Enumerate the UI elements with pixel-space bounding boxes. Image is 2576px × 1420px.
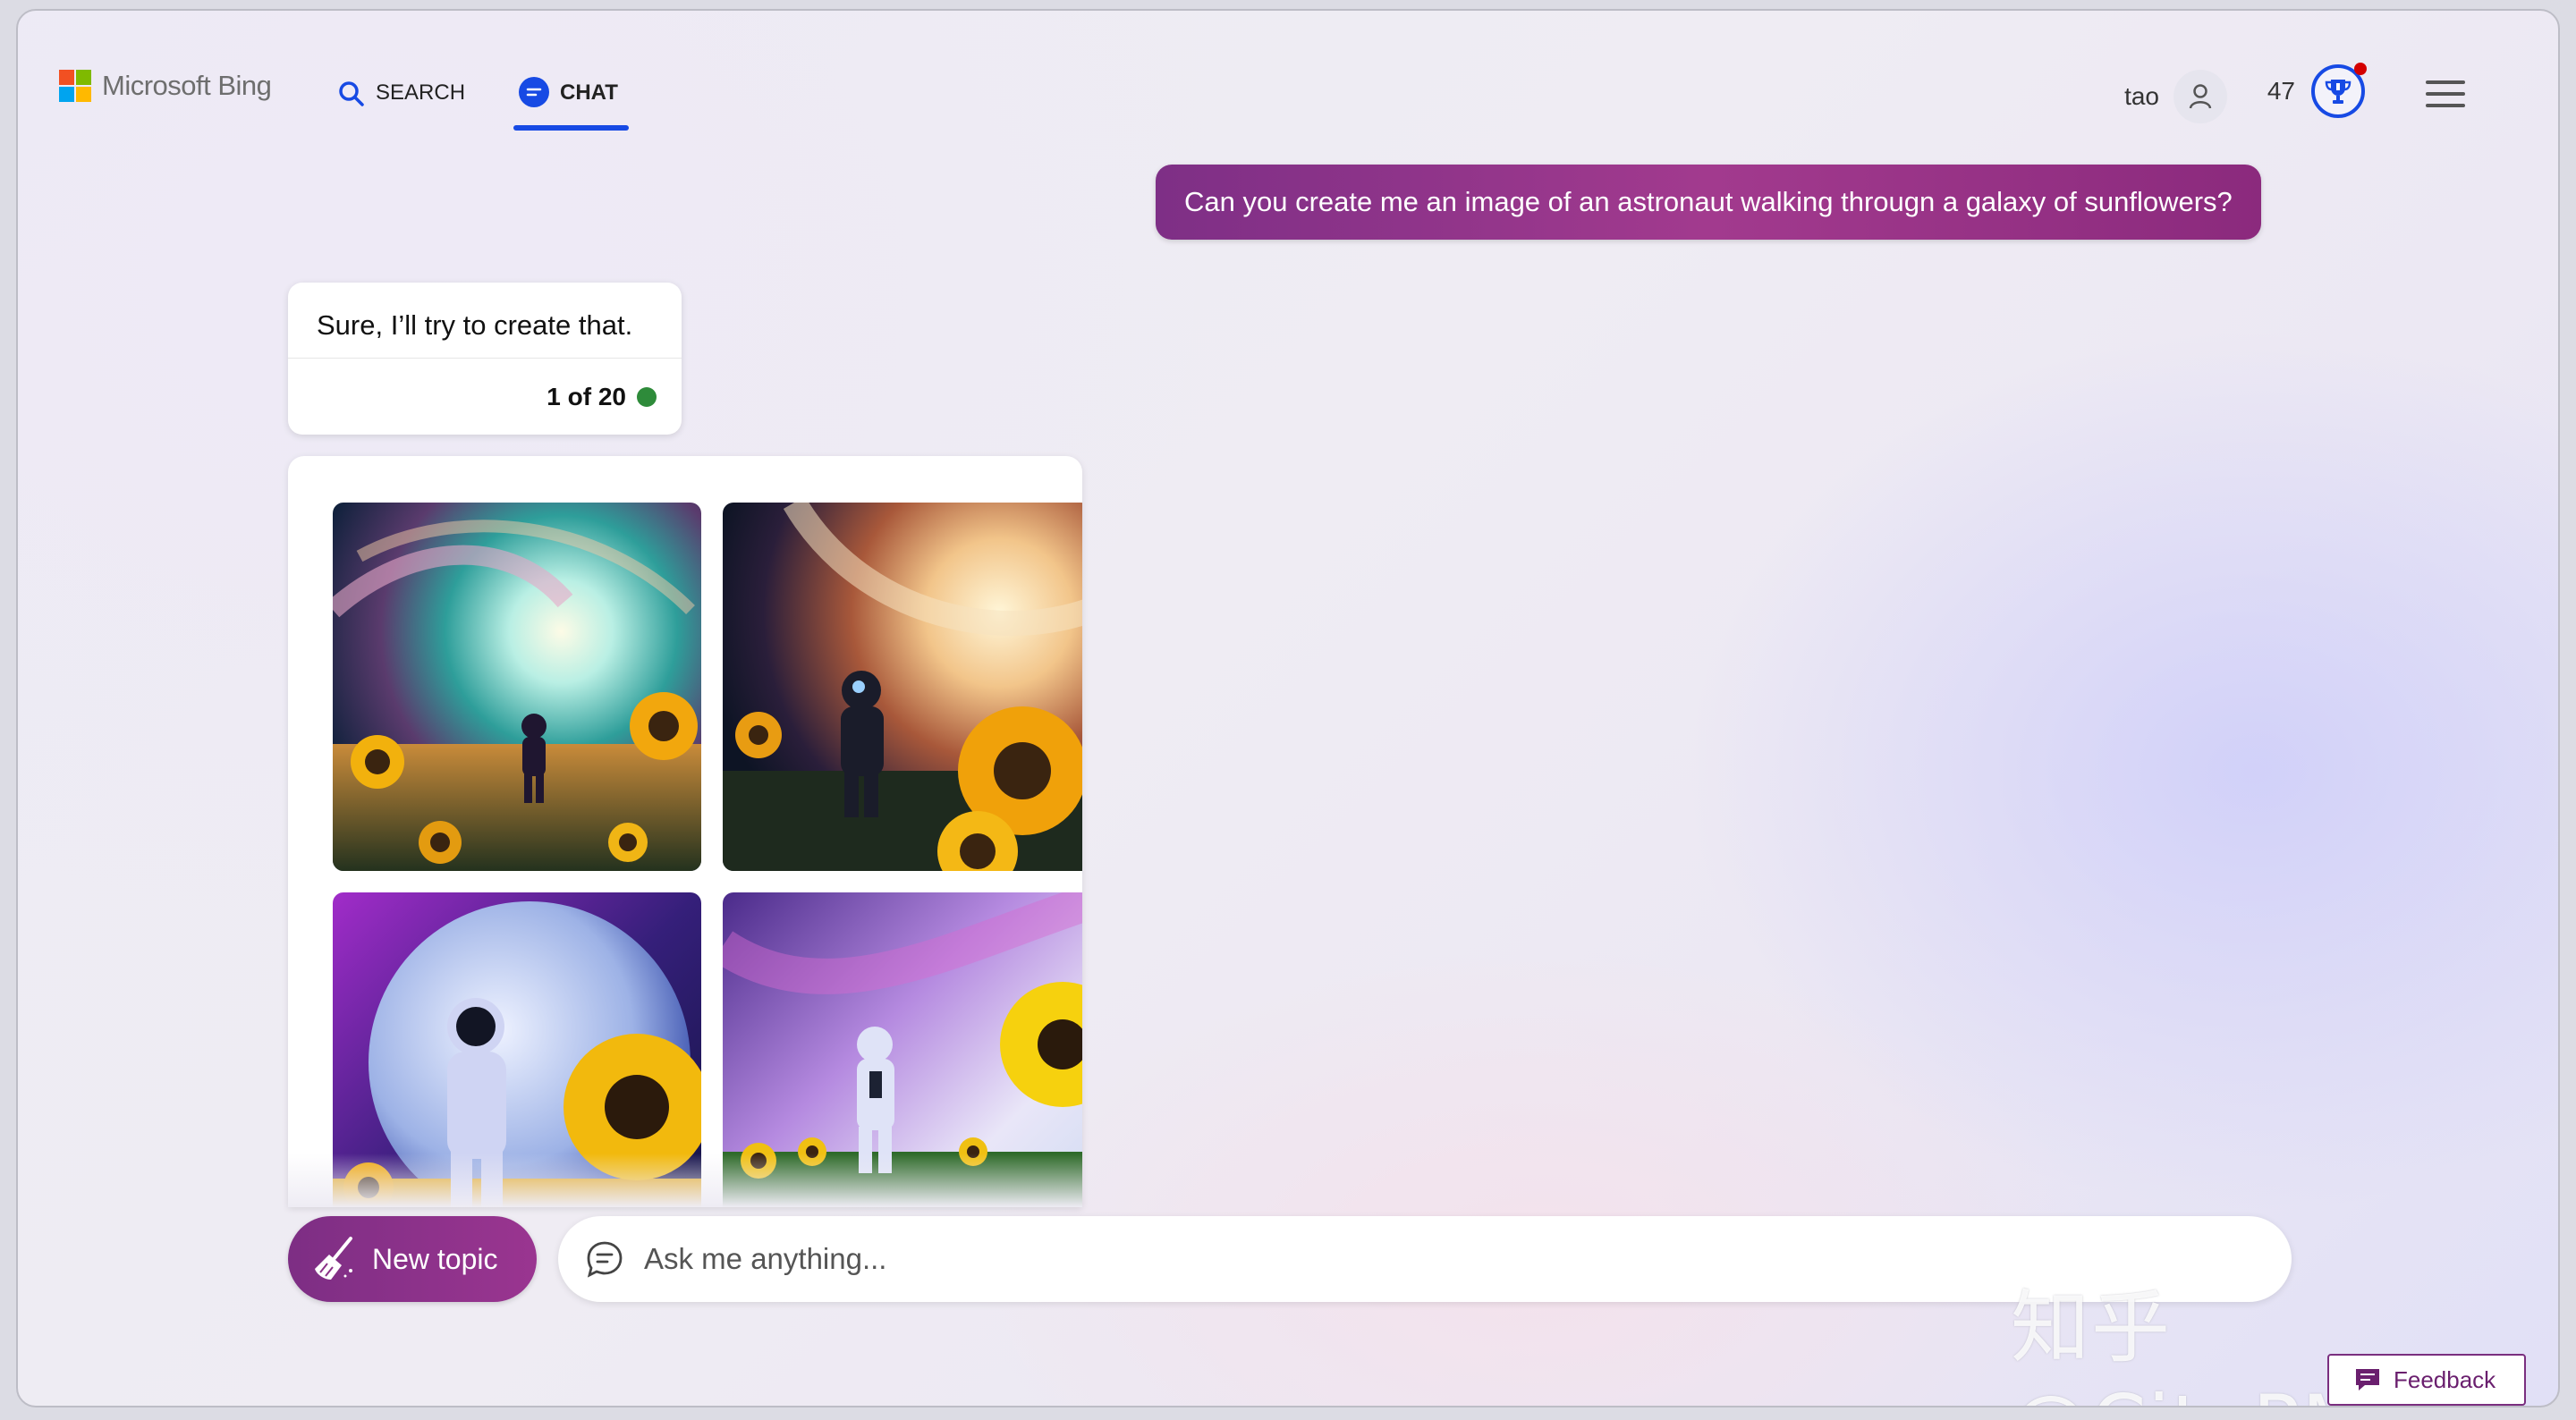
astronaut-sunflower-image-2 [723,503,1082,871]
search-icon [339,81,364,106]
bing-logo[interactable]: Microsoft Bing [59,70,272,102]
user-message: Can you create me an image of an astrona… [1156,165,2261,240]
user-name: tao [2124,82,2159,110]
bot-reply-card: Sure, I’ll try to create that. 1 of 20 [288,283,682,435]
brand-name: Microsoft Bing [102,70,272,101]
browser-window: Microsoft Bing SEARCH CHAT tao 47 Can yo… [16,9,2560,1407]
status-dot-icon [637,387,657,407]
chat-icon [519,77,549,107]
header: Microsoft Bing SEARCH CHAT tao 47 [18,11,2558,145]
chat-bubble-icon [587,1241,623,1278]
user-icon [2189,84,2212,109]
astronaut-sunflower-image-4 [723,892,1082,1207]
chat-input[interactable] [644,1242,1986,1276]
tab-search[interactable]: SEARCH [338,64,465,131]
feedback-icon [2356,1369,2379,1390]
feedback-button[interactable]: Feedback [2327,1354,2526,1406]
new-topic-label: New topic [372,1242,498,1275]
feedback-label: Feedback [2394,1365,2496,1393]
tab-chat-label: CHAT [560,80,618,105]
microsoft-logo-icon [59,70,91,102]
astronaut-sunflower-image-1 [333,503,701,871]
astronaut-sunflower-image-3 [333,892,701,1207]
avatar[interactable] [2174,70,2227,123]
generated-image[interactable] [333,892,701,1207]
bot-reply-text: Sure, I’ll try to create that. [317,309,633,341]
turn-counter-text: 1 of 20 [547,383,626,410]
broom-icon [315,1237,352,1280]
turn-counter: 1 of 20 [547,383,657,411]
generated-image[interactable] [723,503,1082,871]
trophy-icon[interactable] [2311,63,2367,118]
rewards[interactable]: 47 [2267,63,2367,118]
divider [288,358,682,359]
generated-images-card [288,456,1082,1207]
new-topic-button[interactable]: New topic [288,1216,537,1302]
generated-image[interactable] [333,503,701,871]
user-profile[interactable]: tao [2124,70,2227,123]
notification-dot [2354,63,2367,75]
tab-chat[interactable]: CHAT [513,64,629,131]
tab-search-label: SEARCH [376,80,466,105]
reward-points: 47 [2267,77,2295,105]
generated-image[interactable] [723,892,1082,1207]
hamburger-menu-icon[interactable] [2426,80,2465,107]
